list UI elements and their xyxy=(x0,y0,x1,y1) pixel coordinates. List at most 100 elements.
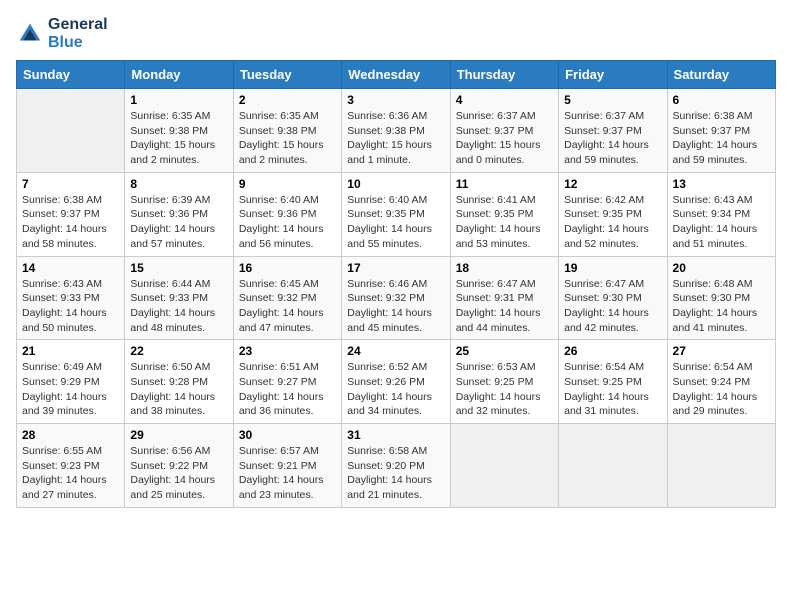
weekday-header-cell: Saturday xyxy=(667,61,775,89)
calendar-cell: 13 Sunrise: 6:43 AM Sunset: 9:34 PM Dayli… xyxy=(667,172,775,256)
weekday-header-row: SundayMondayTuesdayWednesdayThursdayFrid… xyxy=(17,61,776,89)
calendar-cell: 9 Sunrise: 6:40 AM Sunset: 9:36 PM Daylig… xyxy=(233,172,341,256)
calendar-cell: 26 Sunrise: 6:54 AM Sunset: 9:25 PM Dayli… xyxy=(559,340,667,424)
calendar-cell: 19 Sunrise: 6:47 AM Sunset: 9:30 PM Dayli… xyxy=(559,256,667,340)
day-info: Sunrise: 6:37 AM Sunset: 9:37 PM Dayligh… xyxy=(456,109,553,168)
day-info: Sunrise: 6:43 AM Sunset: 9:33 PM Dayligh… xyxy=(22,277,119,336)
day-info: Sunrise: 6:49 AM Sunset: 9:29 PM Dayligh… xyxy=(22,360,119,419)
calendar-cell: 5 Sunrise: 6:37 AM Sunset: 9:37 PM Daylig… xyxy=(559,89,667,173)
calendar-cell: 28 Sunrise: 6:55 AM Sunset: 9:23 PM Dayli… xyxy=(17,424,125,508)
day-number: 13 xyxy=(673,177,770,191)
day-number: 7 xyxy=(22,177,119,191)
calendar-cell: 12 Sunrise: 6:42 AM Sunset: 9:35 PM Dayli… xyxy=(559,172,667,256)
calendar-cell: 21Sunrise: 6:49 AM Sunset: 9:29 PM Dayli… xyxy=(17,340,125,424)
day-info: Sunrise: 6:56 AM Sunset: 9:22 PM Dayligh… xyxy=(130,444,227,503)
day-number: 27 xyxy=(673,344,770,358)
day-number: 6 xyxy=(673,93,770,107)
day-info: Sunrise: 6:52 AM Sunset: 9:26 PM Dayligh… xyxy=(347,360,444,419)
calendar-cell: 4 Sunrise: 6:37 AM Sunset: 9:37 PM Daylig… xyxy=(450,89,558,173)
day-number: 24 xyxy=(347,344,444,358)
day-number: 4 xyxy=(456,93,553,107)
calendar-table: SundayMondayTuesdayWednesdayThursdayFrid… xyxy=(16,60,776,508)
day-info: Sunrise: 6:35 AM Sunset: 9:38 PM Dayligh… xyxy=(130,109,227,168)
day-info: Sunrise: 6:35 AM Sunset: 9:38 PM Dayligh… xyxy=(239,109,336,168)
day-info: Sunrise: 6:39 AM Sunset: 9:36 PM Dayligh… xyxy=(130,193,227,252)
calendar-cell xyxy=(559,424,667,508)
day-number: 22 xyxy=(130,344,227,358)
calendar-cell xyxy=(17,89,125,173)
weekday-header-cell: Friday xyxy=(559,61,667,89)
day-number: 29 xyxy=(130,428,227,442)
weekday-header-cell: Sunday xyxy=(17,61,125,89)
day-number: 11 xyxy=(456,177,553,191)
calendar-cell: 29 Sunrise: 6:56 AM Sunset: 9:22 PM Dayli… xyxy=(125,424,233,508)
day-info: Sunrise: 6:40 AM Sunset: 9:35 PM Dayligh… xyxy=(347,193,444,252)
calendar-cell: 24 Sunrise: 6:52 AM Sunset: 9:26 PM Dayli… xyxy=(342,340,450,424)
day-number: 10 xyxy=(347,177,444,191)
day-info: Sunrise: 6:46 AM Sunset: 9:32 PM Dayligh… xyxy=(347,277,444,336)
calendar-cell: 6 Sunrise: 6:38 AM Sunset: 9:37 PM Daylig… xyxy=(667,89,775,173)
day-info: Sunrise: 6:44 AM Sunset: 9:33 PM Dayligh… xyxy=(130,277,227,336)
day-info: Sunrise: 6:51 AM Sunset: 9:27 PM Dayligh… xyxy=(239,360,336,419)
calendar-cell: 23 Sunrise: 6:51 AM Sunset: 9:27 PM Dayli… xyxy=(233,340,341,424)
calendar-cell: 25Sunrise: 6:53 AM Sunset: 9:25 PM Dayli… xyxy=(450,340,558,424)
day-number: 23 xyxy=(239,344,336,358)
day-info: Sunrise: 6:48 AM Sunset: 9:30 PM Dayligh… xyxy=(673,277,770,336)
day-number: 20 xyxy=(673,261,770,275)
day-info: Sunrise: 6:45 AM Sunset: 9:32 PM Dayligh… xyxy=(239,277,336,336)
logo-icon xyxy=(16,20,44,48)
page-header: General Blue xyxy=(16,16,776,52)
calendar-cell xyxy=(667,424,775,508)
calendar-week-row: 14 Sunrise: 6:43 AM Sunset: 9:33 PM Dayli… xyxy=(17,256,776,340)
day-info: Sunrise: 6:40 AM Sunset: 9:36 PM Dayligh… xyxy=(239,193,336,252)
day-number: 28 xyxy=(22,428,119,442)
logo: General Blue xyxy=(16,16,108,52)
day-info: Sunrise: 6:37 AM Sunset: 9:37 PM Dayligh… xyxy=(564,109,661,168)
day-info: Sunrise: 6:55 AM Sunset: 9:23 PM Dayligh… xyxy=(22,444,119,503)
calendar-cell: 27 Sunrise: 6:54 AM Sunset: 9:24 PM Dayli… xyxy=(667,340,775,424)
weekday-header-cell: Tuesday xyxy=(233,61,341,89)
day-info: Sunrise: 6:54 AM Sunset: 9:25 PM Dayligh… xyxy=(564,360,661,419)
weekday-header-cell: Wednesday xyxy=(342,61,450,89)
day-number: 25 xyxy=(456,344,553,358)
day-number: 12 xyxy=(564,177,661,191)
calendar-cell: 18 Sunrise: 6:47 AM Sunset: 9:31 PM Dayli… xyxy=(450,256,558,340)
day-number: 9 xyxy=(239,177,336,191)
day-info: Sunrise: 6:42 AM Sunset: 9:35 PM Dayligh… xyxy=(564,193,661,252)
day-number: 5 xyxy=(564,93,661,107)
calendar-cell: 15 Sunrise: 6:44 AM Sunset: 9:33 PM Dayli… xyxy=(125,256,233,340)
day-info: Sunrise: 6:54 AM Sunset: 9:24 PM Dayligh… xyxy=(673,360,770,419)
calendar-cell: 1Sunrise: 6:35 AM Sunset: 9:38 PM Daylig… xyxy=(125,89,233,173)
calendar-cell: 11Sunrise: 6:41 AM Sunset: 9:35 PM Dayli… xyxy=(450,172,558,256)
day-number: 30 xyxy=(239,428,336,442)
calendar-cell: 17Sunrise: 6:46 AM Sunset: 9:32 PM Dayli… xyxy=(342,256,450,340)
calendar-cell: 30 Sunrise: 6:57 AM Sunset: 9:21 PM Dayli… xyxy=(233,424,341,508)
day-number: 31 xyxy=(347,428,444,442)
calendar-week-row: 21Sunrise: 6:49 AM Sunset: 9:29 PM Dayli… xyxy=(17,340,776,424)
day-number: 18 xyxy=(456,261,553,275)
calendar-body: 1Sunrise: 6:35 AM Sunset: 9:38 PM Daylig… xyxy=(17,89,776,508)
day-info: Sunrise: 6:43 AM Sunset: 9:34 PM Dayligh… xyxy=(673,193,770,252)
day-info: Sunrise: 6:47 AM Sunset: 9:30 PM Dayligh… xyxy=(564,277,661,336)
day-info: Sunrise: 6:58 AM Sunset: 9:20 PM Dayligh… xyxy=(347,444,444,503)
day-info: Sunrise: 6:38 AM Sunset: 9:37 PM Dayligh… xyxy=(673,109,770,168)
calendar-week-row: 28 Sunrise: 6:55 AM Sunset: 9:23 PM Dayli… xyxy=(17,424,776,508)
day-number: 8 xyxy=(130,177,227,191)
calendar-week-row: 1Sunrise: 6:35 AM Sunset: 9:38 PM Daylig… xyxy=(17,89,776,173)
day-number: 19 xyxy=(564,261,661,275)
day-number: 15 xyxy=(130,261,227,275)
calendar-cell: 31 Sunrise: 6:58 AM Sunset: 9:20 PM Dayli… xyxy=(342,424,450,508)
calendar-cell: 2Sunrise: 6:35 AM Sunset: 9:38 PM Daylig… xyxy=(233,89,341,173)
day-number: 14 xyxy=(22,261,119,275)
day-number: 16 xyxy=(239,261,336,275)
weekday-header-cell: Monday xyxy=(125,61,233,89)
day-info: Sunrise: 6:57 AM Sunset: 9:21 PM Dayligh… xyxy=(239,444,336,503)
day-number: 26 xyxy=(564,344,661,358)
calendar-cell: 7Sunrise: 6:38 AM Sunset: 9:37 PM Daylig… xyxy=(17,172,125,256)
weekday-header-cell: Thursday xyxy=(450,61,558,89)
calendar-cell xyxy=(450,424,558,508)
day-info: Sunrise: 6:47 AM Sunset: 9:31 PM Dayligh… xyxy=(456,277,553,336)
calendar-cell: 22Sunrise: 6:50 AM Sunset: 9:28 PM Dayli… xyxy=(125,340,233,424)
calendar-cell: 8 Sunrise: 6:39 AM Sunset: 9:36 PM Daylig… xyxy=(125,172,233,256)
day-number: 3 xyxy=(347,93,444,107)
